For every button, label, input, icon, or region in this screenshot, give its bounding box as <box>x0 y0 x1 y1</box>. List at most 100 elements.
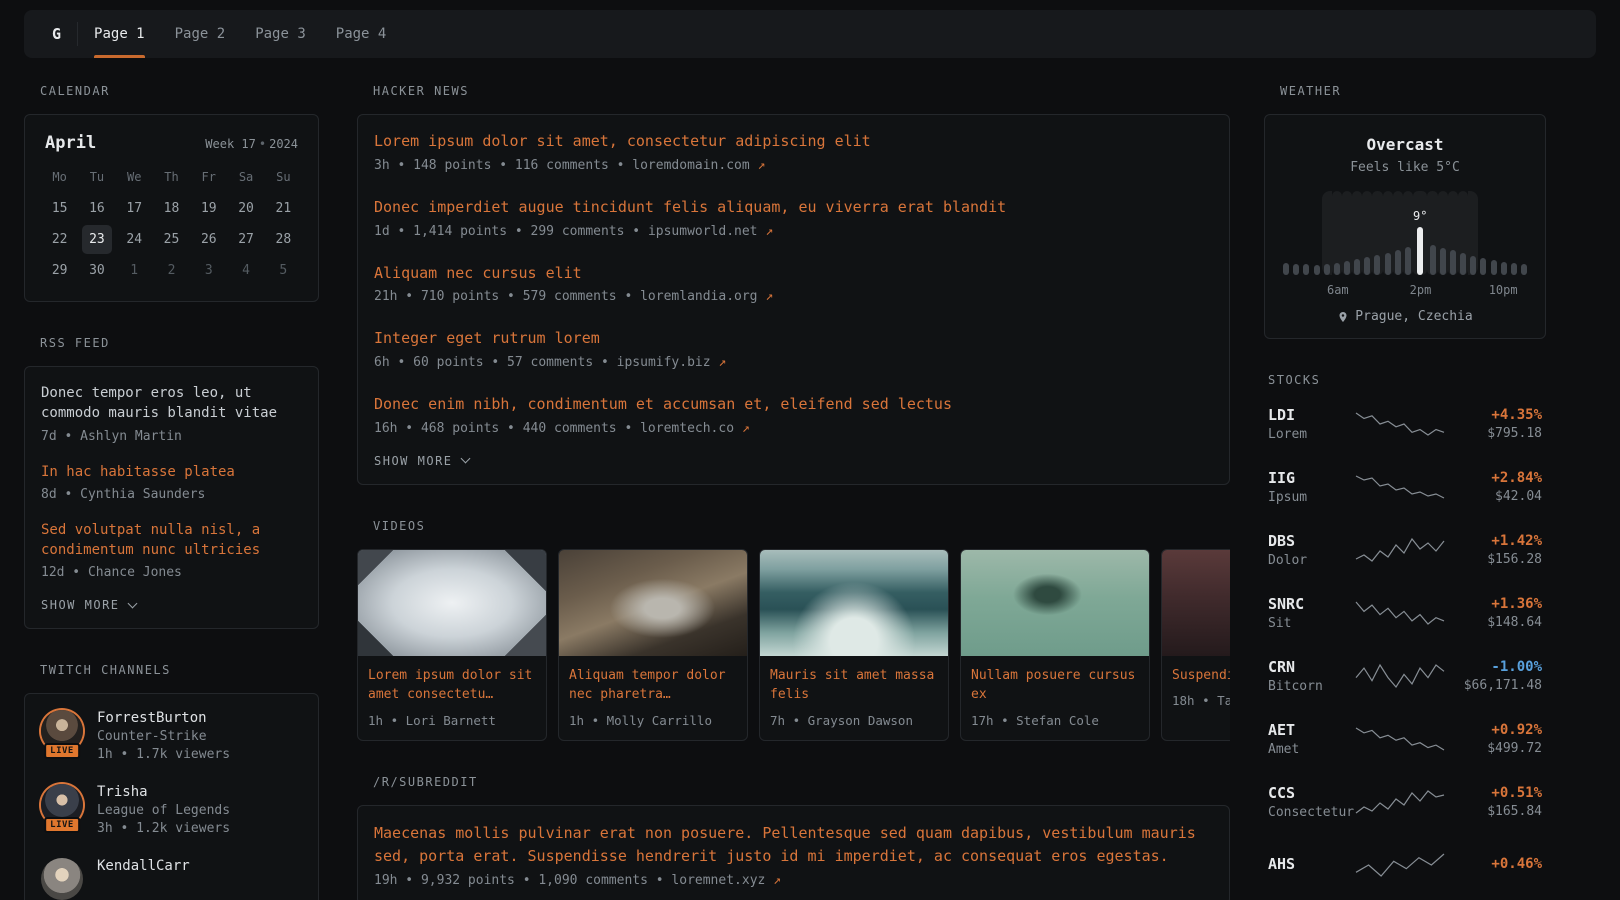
stock-row[interactable]: AHS +0.46% <box>1264 844 1546 886</box>
weather-column <box>1281 191 1291 275</box>
calendar-day[interactable]: 27 <box>231 225 261 254</box>
hn-item-meta: 21h • 710 points • 579 comments • loreml… <box>374 289 1213 304</box>
external-link-icon: ↗ <box>765 289 773 304</box>
weather-bar <box>1501 262 1507 275</box>
weather-bar <box>1354 259 1360 275</box>
stock-company: Consectetur <box>1268 805 1344 820</box>
dashboard-columns: CALENDAR April Week 17•2024 Mo Tu We Th … <box>24 84 1596 900</box>
twitch-widget-title: TWITCH CHANNELS <box>24 663 319 677</box>
subreddit-post-title[interactable]: Maecenas mollis pulvinar erat non posuer… <box>374 822 1213 869</box>
hn-item: Integer eget rutrum lorem 6h • 60 points… <box>374 328 1213 370</box>
weather-column <box>1352 191 1362 275</box>
calendar-day-selected[interactable]: 23 <box>82 225 112 254</box>
stock-row[interactable]: CRN Bitcorn -1.00% $66,171.48 <box>1264 655 1546 697</box>
calendar-day[interactable]: 22 <box>45 225 75 254</box>
rss-item-title[interactable]: Donec tempor eros leo, ut commodo mauris… <box>41 383 302 424</box>
hn-item-title[interactable]: Donec enim nibh, condimentum et accumsan… <box>374 394 1213 416</box>
stock-sparkline <box>1354 787 1446 817</box>
tab-page-4[interactable]: Page 4 <box>336 10 387 58</box>
video-title[interactable]: Lorem ipsum dolor sit amet consectetu… <box>368 666 536 705</box>
calendar-day-next-month[interactable]: 5 <box>268 256 298 285</box>
calendar-day[interactable]: 24 <box>119 225 149 254</box>
external-link-icon: ↗ <box>742 421 750 436</box>
hn-item-domain[interactable]: loremtech.co <box>640 421 734 436</box>
rss-show-more-button[interactable]: SHOW MORE <box>41 598 136 612</box>
hn-item-domain[interactable]: ipsumworld.net <box>648 224 758 239</box>
twitch-channel-row[interactable]: LIVE Trisha League of Legends 3h • 1.2k … <box>41 784 302 836</box>
weather-column <box>1438 191 1448 275</box>
calendar-dow: Sa <box>231 163 261 192</box>
stock-price: $156.28 <box>1456 552 1542 567</box>
video-title[interactable]: Nullam posuere cursus ex <box>971 666 1139 705</box>
calendar-day-next-month[interactable]: 3 <box>194 256 224 285</box>
calendar-day[interactable]: 20 <box>231 194 261 223</box>
hn-item-title[interactable]: Lorem ipsum dolor sit amet, consectetur … <box>374 131 1213 153</box>
calendar-day[interactable]: 19 <box>194 194 224 223</box>
stock-row[interactable]: IIG Ipsum +2.84% $42.04 <box>1264 466 1546 508</box>
hn-item-domain[interactable]: loremlandia.org <box>640 289 757 304</box>
hn-item-title[interactable]: Integer eget rutrum lorem <box>374 328 1213 350</box>
channel-name[interactable]: KendallCarr <box>97 858 190 874</box>
stock-id: IIG Ipsum <box>1268 469 1344 505</box>
weather-bar <box>1521 264 1527 275</box>
video-title[interactable]: Suspendisse diam <box>1172 666 1230 686</box>
video-card[interactable]: Mauris sit amet massa felis 7h • Grayson… <box>759 549 949 741</box>
twitch-card: LIVE ForrestBurton Counter-Strike 1h • 1… <box>24 693 319 900</box>
weather-column <box>1458 191 1468 275</box>
video-card[interactable]: Nullam posuere cursus ex 17h • Stefan Co… <box>960 549 1150 741</box>
video-card[interactable]: Lorem ipsum dolor sit amet consectetu… 1… <box>357 549 547 741</box>
hn-item-title[interactable]: Aliquam nec cursus elit <box>374 263 1213 285</box>
rss-item-meta: 12d • Chance Jones <box>41 565 302 580</box>
channel-name[interactable]: ForrestBurton <box>97 710 230 726</box>
stock-row[interactable]: LDI Lorem +4.35% $795.18 <box>1264 403 1546 445</box>
app-logo[interactable]: G <box>42 10 71 58</box>
calendar-day-next-month[interactable]: 1 <box>119 256 149 285</box>
rss-item-title[interactable]: In hac habitasse platea <box>41 462 302 482</box>
hn-item-domain[interactable]: loremdomain.com <box>632 158 749 173</box>
calendar-day[interactable]: 25 <box>156 225 186 254</box>
stock-row[interactable]: AET Amet +0.92% $499.72 <box>1264 718 1546 760</box>
stock-row[interactable]: SNRC Sit +1.36% $148.64 <box>1264 592 1546 634</box>
topbar: G Page 1 Page 2 Page 3 Page 4 <box>24 10 1596 58</box>
video-card[interactable]: Suspendisse diam 18h • Tara <box>1161 549 1230 741</box>
calendar-day-next-month[interactable]: 2 <box>156 256 186 285</box>
stock-row[interactable]: DBS Dolor +1.42% $156.28 <box>1264 529 1546 571</box>
weather-column <box>1509 191 1519 275</box>
calendar-header: April Week 17•2024 <box>41 131 302 163</box>
calendar-day[interactable]: 17 <box>119 194 149 223</box>
tab-page-1[interactable]: Page 1 <box>94 10 145 58</box>
hn-show-more-button[interactable]: SHOW MORE <box>374 454 469 468</box>
video-card[interactable]: Aliquam tempor dolor nec pharetra… 1h • … <box>558 549 748 741</box>
subreddit-post-domain[interactable]: loremnet.xyz <box>671 873 765 888</box>
weather-column <box>1519 191 1529 275</box>
twitch-channel-row[interactable]: KendallCarr <box>41 858 302 900</box>
stock-row[interactable]: CCS Consectetur +0.51% $165.84 <box>1264 781 1546 823</box>
channel-name[interactable]: Trisha <box>97 784 230 800</box>
weather-bar <box>1460 253 1466 275</box>
video-title[interactable]: Aliquam tempor dolor nec pharetra… <box>569 666 737 705</box>
external-link-icon: ↗ <box>773 873 781 888</box>
tab-page-3[interactable]: Page 3 <box>255 10 306 58</box>
calendar-day[interactable]: 18 <box>156 194 186 223</box>
external-link-icon: ↗ <box>718 355 726 370</box>
calendar-day[interactable]: 21 <box>268 194 298 223</box>
tab-page-2[interactable]: Page 2 <box>175 10 226 58</box>
stock-values: +1.42% $156.28 <box>1456 533 1542 567</box>
calendar-day[interactable]: 15 <box>45 194 75 223</box>
calendar-day[interactable]: 29 <box>45 256 75 285</box>
video-title[interactable]: Mauris sit amet massa felis <box>770 666 938 705</box>
channel-category: League of Legends <box>97 803 230 818</box>
hn-item-domain[interactable]: ipsumify.biz <box>617 355 711 370</box>
weather-widget-title: WEATHER <box>1264 84 1546 98</box>
calendar-day[interactable]: 28 <box>268 225 298 254</box>
subreddit-card: Maecenas mollis pulvinar erat non posuer… <box>357 805 1230 900</box>
calendar-day[interactable]: 16 <box>82 194 112 223</box>
calendar-day[interactable]: 26 <box>194 225 224 254</box>
hn-item-title[interactable]: Donec imperdiet augue tincidunt felis al… <box>374 197 1213 219</box>
calendar-day-next-month[interactable]: 4 <box>231 256 261 285</box>
rss-item-title[interactable]: Sed volutpat nulla nisl, a condimentum n… <box>41 520 302 561</box>
calendar-day[interactable]: 30 <box>82 256 112 285</box>
stock-values: +2.84% $42.04 <box>1456 470 1542 504</box>
twitch-channel-row[interactable]: LIVE ForrestBurton Counter-Strike 1h • 1… <box>41 710 302 762</box>
logo-divider <box>77 22 78 46</box>
